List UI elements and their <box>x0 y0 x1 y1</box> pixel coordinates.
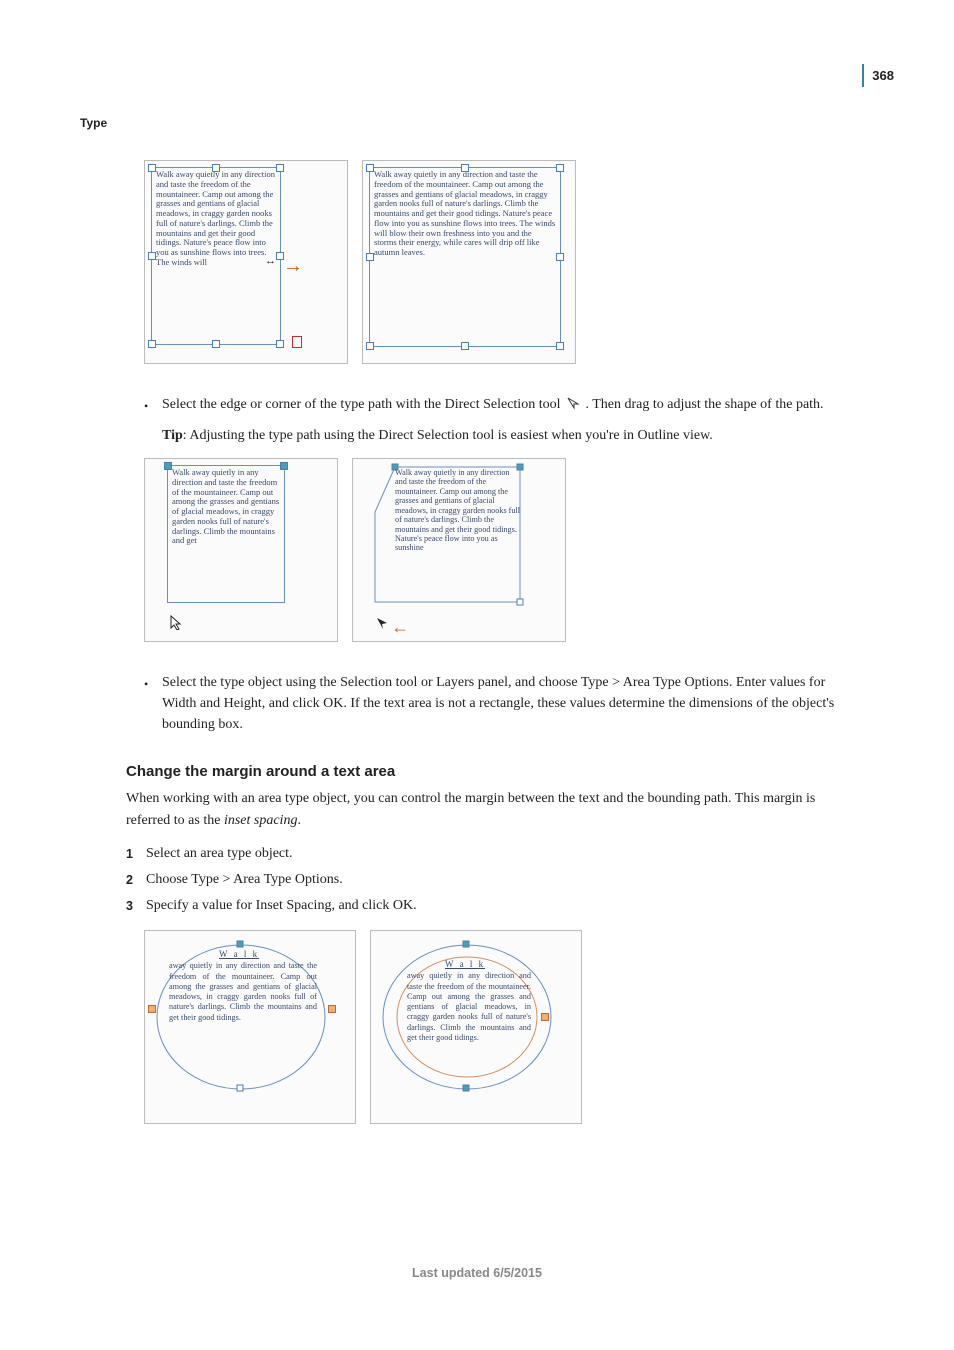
section-label: Type <box>80 116 107 130</box>
step-number: 2 <box>126 869 146 890</box>
title-text: W a l k <box>219 949 259 959</box>
tip-text: : Adjusting the type path using the Dire… <box>183 428 713 443</box>
page-number: 368 <box>862 64 894 87</box>
sample-text: away quietly in any direction and taste … <box>407 971 531 1043</box>
ellipse-text-no-inset: W a l k away quietly in any direction an… <box>151 937 331 1087</box>
cursor-icon <box>375 616 389 635</box>
resize-cursor-icon: ↔ <box>265 255 276 267</box>
sample-text: Walk away quietly in any direction and t… <box>395 468 522 553</box>
overflow-icon <box>292 336 302 348</box>
list-item: • Select the edge or corner of the type … <box>144 394 836 415</box>
text: . Then drag to adjust the shape of the p… <box>585 397 823 412</box>
step-number: 1 <box>126 843 146 864</box>
step-item: 3 Specify a value for Inset Spacing, and… <box>126 895 836 916</box>
figure-direct-selection-edit: Walk away quietly in any direction and t… <box>144 458 818 642</box>
figure-resize-type-path: Walk away quietly in any direction and t… <box>144 160 818 364</box>
text: Select the type object using the Selecti… <box>162 672 836 735</box>
sample-text: away quietly in any direction and taste … <box>169 961 317 1023</box>
inset-handle-icon <box>541 1013 549 1021</box>
sample-text: Walk away quietly in any direction and t… <box>172 467 279 545</box>
footer-last-updated: Last updated 6/5/2015 <box>0 1266 954 1280</box>
bullet-icon: • <box>144 672 162 735</box>
bullet-icon: • <box>144 394 162 415</box>
body-paragraph: When working with an area type object, y… <box>126 788 836 831</box>
sample-text: Walk away quietly in any direction and t… <box>156 169 275 267</box>
ellipse-text-with-inset: W a l k away quietly in any direction an… <box>377 937 557 1087</box>
text: Select the edge or corner of the type pa… <box>162 397 564 412</box>
step-text: Specify a value for Inset Spacing, and c… <box>146 895 836 916</box>
text-area-before: Walk away quietly in any direction and t… <box>167 465 285 603</box>
text-area-before: Walk away quietly in any direction and t… <box>151 167 281 345</box>
step-item: 1 Select an area type object. <box>126 843 836 864</box>
heading-change-margin: Change the margin around a text area <box>126 763 836 780</box>
list-item: • Select the type object using the Selec… <box>144 672 836 735</box>
cursor-icon <box>169 614 183 635</box>
numbered-steps: 1 Select an area type object. 2 Choose T… <box>126 843 836 916</box>
sample-text: Walk away quietly in any direction and t… <box>374 169 555 257</box>
drag-arrow-icon: → <box>391 617 409 638</box>
text-area-after: Walk away quietly in any direction and t… <box>369 167 561 347</box>
inset-handle-icon <box>328 1005 336 1013</box>
direct-selection-tool-icon <box>566 396 580 410</box>
step-text: Select an area type object. <box>146 843 836 864</box>
tip-label: Tip <box>162 428 183 443</box>
inset-handle-icon <box>148 1005 156 1013</box>
step-text: Choose Type > Area Type Options. <box>146 869 836 890</box>
drag-arrow-icon: → <box>283 255 303 278</box>
tip-note: Tip: Adjusting the type path using the D… <box>162 425 836 446</box>
step-item: 2 Choose Type > Area Type Options. <box>126 869 836 890</box>
step-number: 3 <box>126 895 146 916</box>
title-text: W a l k <box>445 959 485 969</box>
figure-inset-spacing: W a l k away quietly in any direction an… <box>144 930 818 1124</box>
